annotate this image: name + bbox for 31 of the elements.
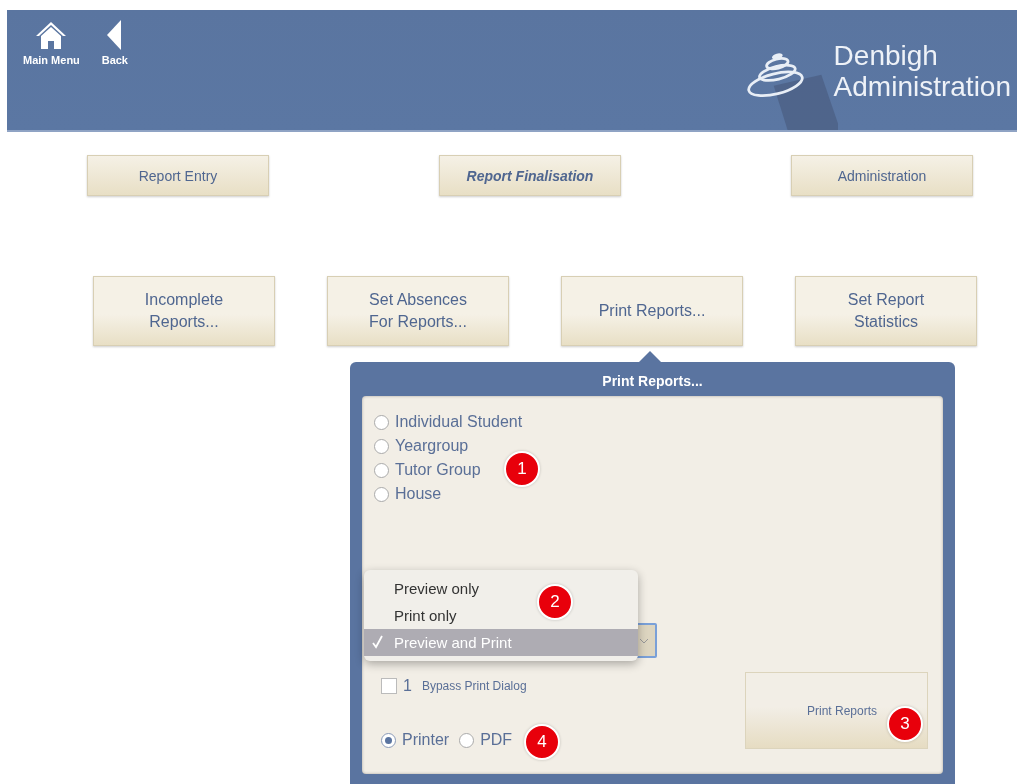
action-button[interactable]: Incomplete Reports... — [93, 276, 275, 346]
radio-label: Individual Student — [395, 413, 523, 431]
logo-text: Administration — [833, 71, 1011, 102]
action-button[interactable]: Print Reports... — [561, 276, 743, 346]
nav-tab[interactable]: Report Finalisation — [439, 155, 621, 196]
popup-title: Print Reports... — [601, 372, 704, 391]
nav-tab[interactable]: Report Entry — [87, 155, 269, 196]
nav-tab[interactable]: Administration — [791, 155, 973, 196]
radio-button[interactable] — [374, 414, 389, 430]
menu-item[interactable]: Preview only — [364, 575, 488, 602]
checkbox-label: Bypass Print Dialog — [421, 679, 527, 693]
logo-text: Denbigh — [833, 40, 939, 71]
radio-label: Yeargroup — [395, 437, 469, 455]
chevron-icon — [639, 637, 649, 644]
action-button[interactable]: Set Absences For Reports... — [327, 276, 509, 346]
main-menu-button[interactable]: Main Menu — [21, 20, 82, 66]
radio-button[interactable] — [374, 462, 389, 478]
radio-label: House — [395, 485, 442, 503]
radio-label: PDF — [480, 731, 513, 749]
action-button[interactable]: Set Report Statistics — [795, 276, 977, 346]
radio-button[interactable] — [374, 486, 389, 502]
count-text: 1 — [403, 677, 412, 695]
checkbox[interactable] — [381, 678, 397, 694]
radio-button[interactable] — [459, 732, 475, 748]
radio-button[interactable] — [381, 732, 396, 748]
back-button[interactable]: Back — [95, 20, 134, 66]
radio-button[interactable] — [374, 438, 389, 454]
radio-label: Printer — [402, 731, 450, 749]
radio-label: Tutor Group — [395, 461, 481, 479]
checkmark-icon — [372, 635, 384, 649]
menu-item[interactable]: Print only — [364, 602, 465, 629]
